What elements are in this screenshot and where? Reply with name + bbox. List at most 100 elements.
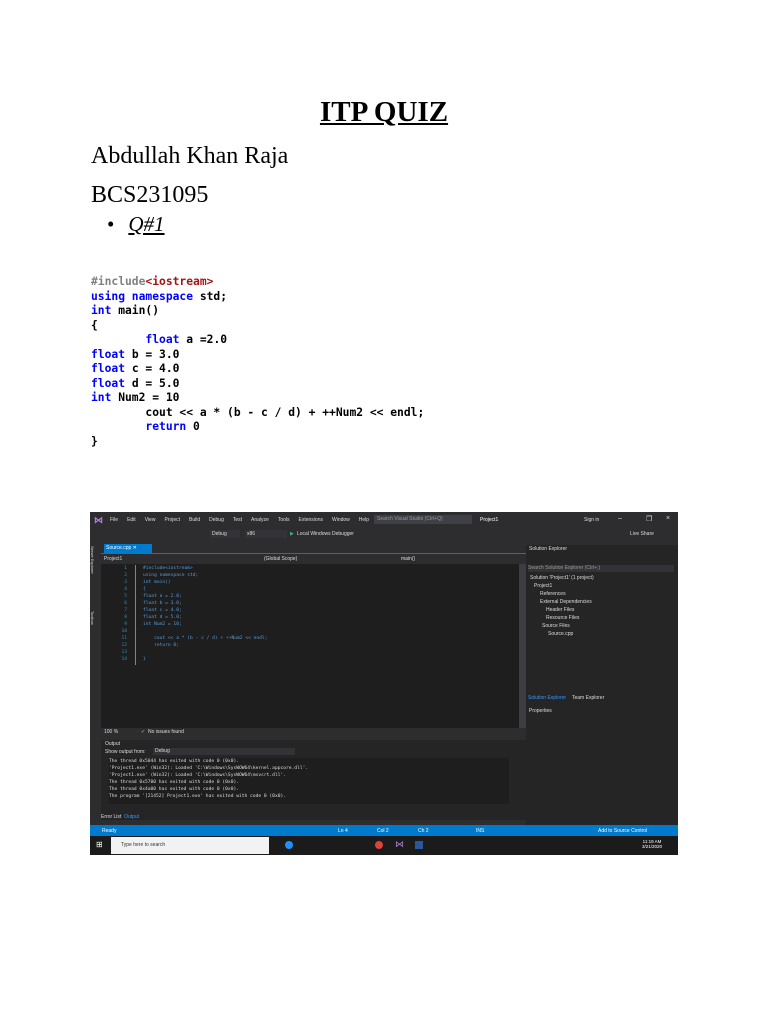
line-number: 10 (121, 629, 127, 634)
code-line: #include<iostream> (91, 275, 214, 288)
tree-item[interactable]: Source Files (530, 622, 594, 630)
issues-status[interactable]: No issues found (148, 729, 184, 735)
menu-item[interactable]: Build (189, 517, 200, 523)
server-explorer-tab[interactable]: Server Explorer (90, 546, 95, 574)
sign-in-link[interactable]: Sign in (584, 517, 599, 523)
output-title: Output (105, 741, 121, 747)
line-number: 2 (124, 573, 127, 578)
restore-icon[interactable]: ❐ (646, 515, 652, 523)
toolbox-tab[interactable]: Toolbox (90, 611, 95, 625)
toolbar: Debug x86 ▶ Local Windows Debugger Live … (90, 527, 678, 541)
status-col: Col 2 (377, 828, 389, 834)
menu-bar: File Edit View Project Build Debug Test Analyze… (110, 517, 378, 523)
tree-item[interactable]: Solution 'Project1' (1 project) (530, 574, 594, 582)
source-control-button[interactable]: Add to Source Control (598, 828, 647, 834)
taskbar-search[interactable]: Type here to search (111, 837, 269, 854)
close-icon[interactable]: × (666, 515, 670, 522)
output-source-select[interactable]: Debug (153, 748, 295, 755)
menu-item[interactable]: Test (233, 517, 242, 523)
solution-explorer-title: Solution Explorer (529, 546, 568, 552)
tab-error-list[interactable]: Error List (101, 814, 121, 820)
editor-line: int main() (143, 580, 171, 585)
editor-scrollbar[interactable] (519, 564, 526, 728)
menu-item[interactable]: Edit (127, 517, 136, 523)
tree-item[interactable]: Header Files (530, 606, 594, 614)
output-line: The program '[21452] Project1.exe' has e… (109, 794, 287, 799)
tree-item[interactable]: References (530, 590, 594, 598)
nav-scope[interactable]: (Global Scope) (264, 556, 297, 562)
date: 3/21/2020 (642, 844, 663, 849)
tab-team-explorer[interactable]: Team Explorer (572, 695, 604, 701)
status-bar: Ready Ln 4 Col 2 Ch 2 INS Add to Source … (90, 825, 678, 836)
question-label: • Q#1 (107, 212, 165, 237)
editor-line: float d = 5.0; (143, 615, 182, 620)
solution-search-input[interactable]: Search Solution Explorer (Ctrl+;) (528, 565, 674, 572)
live-share-button[interactable]: Live Share (630, 531, 654, 537)
line-number: 8 (124, 615, 127, 620)
visual-studio-icon[interactable]: ⋈ (395, 839, 404, 850)
menu-item[interactable]: Debug (209, 517, 224, 523)
nav-func[interactable]: main() (401, 556, 415, 562)
tab-output[interactable]: Output (124, 814, 139, 820)
line-number: 4 (124, 587, 127, 592)
line-number: 1 (124, 566, 127, 571)
tab-source-cpp[interactable]: Source.cpp ✕ (104, 544, 152, 553)
code-line: float a =2.0 (145, 333, 228, 346)
debugger-button[interactable]: Local Windows Debugger (297, 531, 354, 537)
menu-item[interactable]: Tools (278, 517, 290, 523)
properties-title: Properties (529, 708, 552, 714)
document-page: ITP QUIZ Abdullah Khan Raja BCS231095 • Q… (0, 0, 768, 1024)
code-line: } (91, 434, 98, 448)
editor-line: int Num2 = 10; (143, 622, 182, 627)
platform-select[interactable]: x86 (245, 530, 287, 538)
check-icon: ✔ (141, 729, 146, 735)
menu-item[interactable]: Help (359, 517, 369, 523)
tree-item[interactable]: Source.cpp (530, 630, 594, 638)
editor-text: #include<iostream> using namespace std; in… (143, 565, 267, 663)
output-line: The thread 0x5044 has exited with code 0… (109, 759, 239, 764)
code-line: float c = 4.0 (91, 362, 180, 375)
bottom-tabs: Error List Output (101, 814, 181, 822)
output-line: The thread 0x4a00 has exited with code 0… (109, 787, 239, 792)
student-id: BCS231095 (91, 182, 209, 208)
line-number: 13 (121, 650, 127, 655)
output-line: 'Project1.exe' (Win32): Loaded 'C:\Windo… (109, 766, 309, 771)
project-title: Project1 (480, 517, 499, 523)
minimize-icon[interactable]: – (618, 515, 622, 522)
menu-item[interactable]: File (110, 517, 118, 523)
vs-screenshot: ⋈ File Edit View Project Build Debug Test Analy… (90, 512, 678, 855)
doc-title: ITP QUIZ (319, 96, 449, 128)
menu-item[interactable]: Extensions (299, 517, 323, 523)
tree-item[interactable]: Resource Files (530, 614, 594, 622)
config-select[interactable]: Debug (210, 530, 240, 538)
code-line: int Num2 = 10 (91, 391, 180, 404)
code-editor[interactable]: 1 2 3 4 5 6 7 8 9 10 11 12 13 14 #include<iostream> us… (101, 564, 519, 728)
play-icon[interactable]: ▶ (290, 531, 294, 537)
solution-explorer: Solution Explorer Search Solution Explor… (526, 545, 678, 825)
menu-item[interactable]: Analyze (251, 517, 269, 523)
menu-item[interactable]: Window (332, 517, 350, 523)
windows-start-icon[interactable]: ⊞ (96, 840, 103, 849)
code-line: float b = 3.0 (91, 347, 180, 361)
edge-icon[interactable] (285, 841, 293, 849)
author-name: Abdullah Khan Raja (91, 143, 289, 169)
chrome-icon[interactable] (375, 841, 383, 849)
line-number: 9 (124, 622, 127, 627)
status-ins: INS (476, 828, 485, 834)
tree-item[interactable]: External Dependencies (530, 598, 594, 606)
nav-project[interactable]: Project1 (104, 556, 122, 562)
menu-item[interactable]: View (145, 517, 156, 523)
word-icon[interactable] (415, 841, 423, 849)
menu-item[interactable]: Project (164, 517, 180, 523)
clock[interactable]: 11:19 AM 3/21/2020 (642, 839, 662, 849)
tab-solution-explorer[interactable]: Solution Explorer (528, 695, 566, 701)
output-panel: Output Show output from: Debug The threa… (101, 740, 526, 820)
tree-item[interactable]: Project1 (530, 582, 594, 590)
search-input[interactable]: Search Visual Studio (Ctrl+Q) (374, 515, 472, 524)
side-tabs: Server Explorer Toolbox (90, 541, 98, 831)
zoom-level[interactable]: 100 % (104, 729, 118, 735)
code-line: using namespace std; (91, 289, 228, 303)
output-line: The thread 0x5700 has exited with code 0… (109, 780, 239, 785)
